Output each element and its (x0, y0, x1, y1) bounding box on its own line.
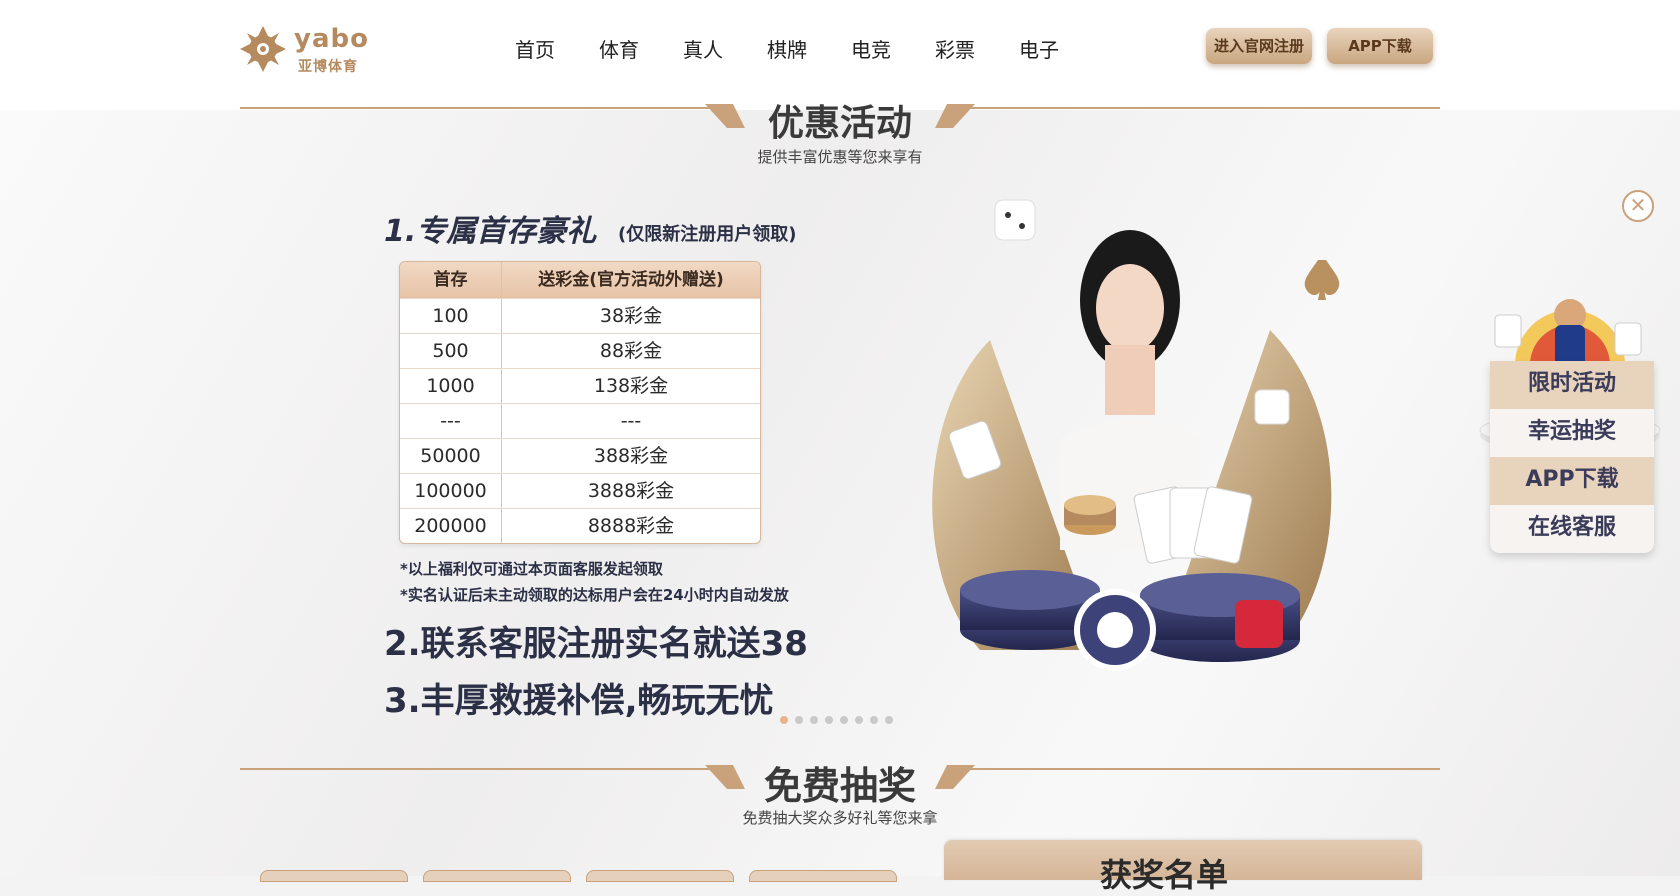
logo-wordmark: yabo (294, 24, 369, 54)
side-menu-online-support[interactable]: 在线客服 (1490, 505, 1654, 553)
nav-item-cards[interactable]: 棋牌 (745, 34, 829, 64)
carousel-dot[interactable] (825, 716, 833, 724)
table-cell: 100000 (400, 474, 502, 508)
section-title-promotions: 优惠活动 (767, 103, 912, 144)
side-menu-limited-events[interactable]: 限时活动 (1490, 361, 1654, 409)
section-divider-left (240, 107, 710, 109)
section-divider-right (970, 107, 1440, 109)
table-row: 500 88彩金 (400, 333, 760, 368)
table-cell: 1000 (400, 369, 502, 403)
carousel-dot[interactable] (840, 716, 848, 724)
table-cell: 200000 (400, 509, 502, 543)
promo-fineprint-2: *实名认证后未主动领取的达标用户会在24小时内自动发放 (400, 586, 789, 604)
carousel-dot[interactable] (780, 716, 788, 724)
close-icon[interactable]: ✕ (1622, 190, 1654, 222)
logo-subtitle: 亚博体育 (298, 59, 358, 75)
table-cell: --- (620, 410, 642, 432)
table-row: 200000 8888彩金 (400, 508, 760, 543)
carousel-dot[interactable] (885, 716, 893, 724)
table-cell: 38彩金 (599, 305, 663, 327)
table-row: 100000 3888彩金 (400, 473, 760, 508)
ornament-icon (705, 765, 745, 789)
promo-heading-2: 2.联系客服注册实名就送38 (384, 624, 808, 664)
winners-title: 获奖名单 (1100, 856, 1229, 894)
table-header-cell: 首存 (400, 262, 502, 298)
prize-card[interactable] (260, 870, 408, 882)
side-menu-lucky-draw[interactable]: 幸运抽奖 (1490, 409, 1654, 457)
side-menu-app-download[interactable]: APP下载 (1490, 457, 1654, 505)
nav-item-sports[interactable]: 体育 (577, 34, 661, 64)
table-row: 50000 388彩金 (400, 438, 760, 473)
bonus-table: 首存 送彩金(官方活动外赠送) 100 38彩金 500 88彩金 1000 1… (399, 261, 761, 544)
carousel-pagination (780, 716, 893, 724)
carousel-dot[interactable] (795, 716, 803, 724)
table-cell: 138彩金 (593, 375, 669, 397)
table-row: 1000 138彩金 (400, 368, 760, 403)
table-cell: 500 (400, 334, 502, 368)
table-cell: 88彩金 (599, 340, 663, 362)
promo-heading-1: 1.专属首存豪礼 (384, 214, 597, 249)
prize-card[interactable] (423, 870, 571, 882)
section-divider-right (970, 768, 1440, 770)
logo-icon (240, 26, 286, 72)
nav-item-home[interactable]: 首页 (493, 34, 577, 64)
nav-item-live[interactable]: 真人 (661, 34, 745, 64)
table-cell: 388彩金 (593, 445, 669, 467)
carousel-dot[interactable] (855, 716, 863, 724)
table-row: --- --- (400, 403, 760, 438)
nav-item-slots[interactable]: 电子 (997, 34, 1081, 64)
table-header: 首存 送彩金(官方活动外赠送) (400, 262, 760, 298)
section-divider-left (240, 768, 710, 770)
register-button[interactable]: 进入官网注册 (1206, 28, 1312, 64)
main-nav: 首页 体育 真人 棋牌 电竞 彩票 电子 (493, 34, 1081, 64)
carousel-dot[interactable] (870, 716, 878, 724)
table-cell: 8888彩金 (587, 515, 675, 537)
section-subtitle-promotions: 提供丰富优惠等您来享有 (757, 148, 923, 166)
ornament-icon (935, 765, 975, 789)
promo-heading-3: 3.丰厚救援补偿,畅玩无忧 (384, 681, 774, 721)
side-menu: 限时活动 幸运抽奖 APP下载 在线客服 (1490, 361, 1654, 553)
promo-heading-1-note: (仅限新注册用户领取) (618, 224, 797, 245)
prize-card[interactable] (749, 870, 897, 882)
section-title-free-draw: 免费抽奖 (763, 764, 916, 808)
table-cell: 100 (400, 299, 502, 333)
site-logo[interactable]: yabo 亚博体育 (240, 24, 370, 76)
hero-illustration (932, 199, 1340, 671)
ornament-icon (705, 104, 745, 128)
carousel-dot[interactable] (810, 716, 818, 724)
table-header-cell: 送彩金(官方活动外赠送) (538, 270, 724, 290)
app-download-button[interactable]: APP下载 (1327, 28, 1433, 64)
table-cell: 3888彩金 (587, 480, 675, 502)
promo-fineprint-1: *以上福利仅可通过本页面客服发起领取 (400, 560, 663, 578)
section-subtitle-free-draw: 免费抽大奖众多好礼等您来拿 (742, 809, 938, 827)
ornament-icon (935, 104, 975, 128)
nav-item-lottery[interactable]: 彩票 (913, 34, 997, 64)
table-row: 100 38彩金 (400, 298, 760, 333)
nav-item-esports[interactable]: 电竞 (829, 34, 913, 64)
prize-card[interactable] (586, 870, 734, 882)
table-cell: 50000 (400, 439, 502, 473)
table-cell: --- (400, 404, 502, 438)
